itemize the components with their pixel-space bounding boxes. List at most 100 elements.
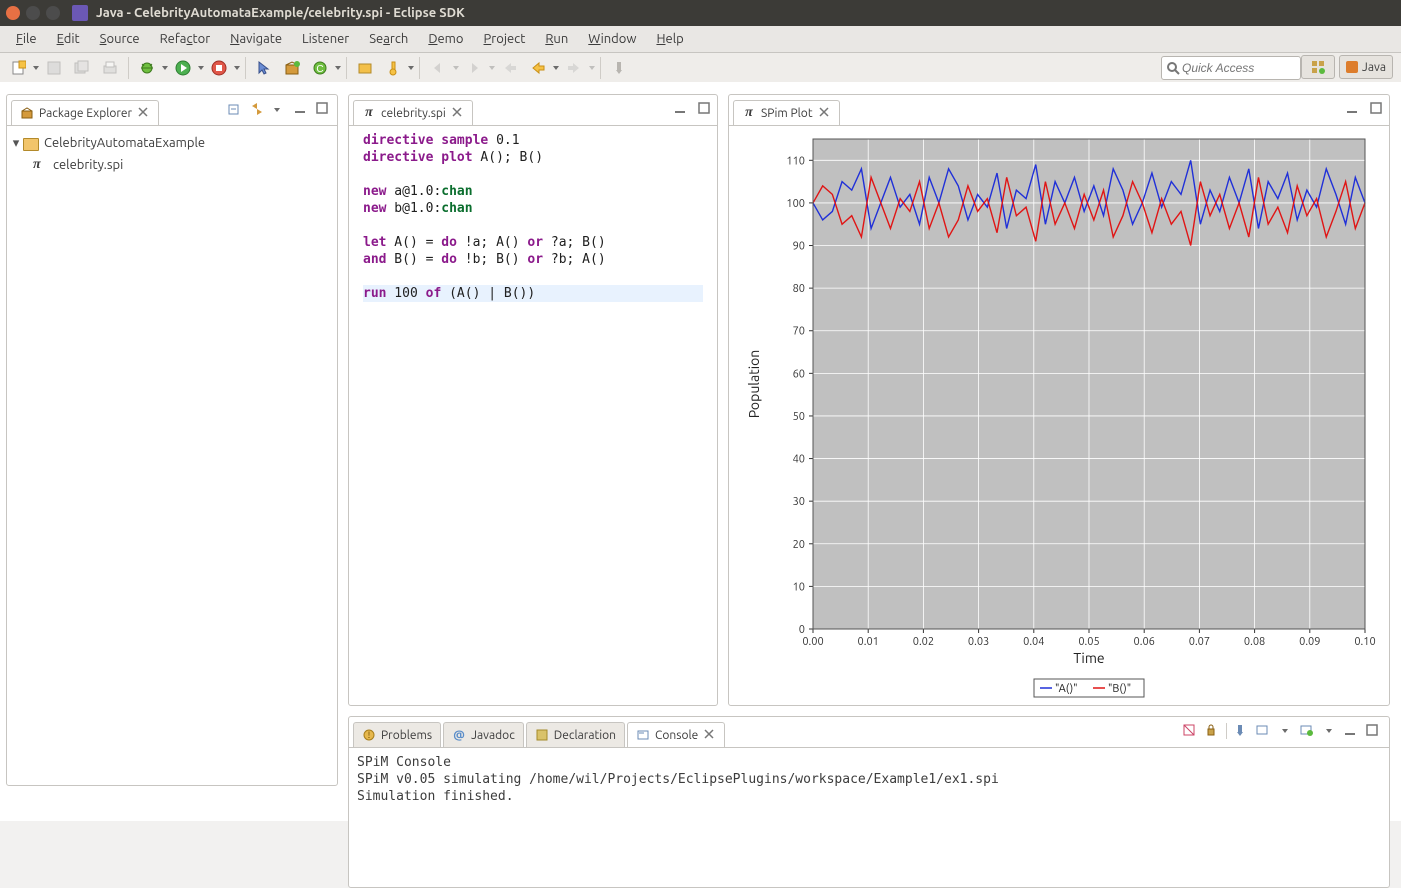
svg-text:C: C bbox=[316, 64, 323, 75]
debug-button[interactable] bbox=[135, 56, 159, 80]
code-editor[interactable]: directive sample 0.1 directive plot A();… bbox=[349, 126, 717, 308]
new-package-button[interactable] bbox=[280, 56, 304, 80]
minimize-plot-button[interactable] bbox=[1345, 101, 1359, 115]
pi-file-icon: π bbox=[33, 157, 49, 173]
svg-text:10: 10 bbox=[793, 581, 805, 593]
problems-tab[interactable]: ! Problems bbox=[353, 722, 441, 747]
pin-console-button[interactable] bbox=[1233, 723, 1249, 739]
open-type-button[interactable] bbox=[353, 56, 377, 80]
menu-search[interactable]: Search bbox=[359, 29, 418, 49]
search-dropdown[interactable] bbox=[407, 57, 415, 79]
save-all-button[interactable] bbox=[70, 56, 94, 80]
menu-help[interactable]: Help bbox=[646, 29, 693, 49]
project-icon bbox=[23, 138, 39, 151]
svg-text:0.10: 0.10 bbox=[1354, 636, 1375, 648]
declaration-tab[interactable]: Declaration bbox=[526, 722, 625, 747]
link-with-editor-button[interactable] bbox=[249, 101, 265, 117]
package-explorer-tab[interactable]: Package Explorer bbox=[11, 100, 159, 125]
run-dropdown[interactable] bbox=[197, 57, 205, 79]
print-button[interactable] bbox=[98, 56, 122, 80]
back-dropdown[interactable] bbox=[552, 57, 560, 79]
javadoc-tab[interactable]: @ Javadoc bbox=[443, 722, 524, 747]
twisty-open-icon[interactable]: ▾ bbox=[11, 136, 21, 151]
console-tab[interactable]: Console bbox=[627, 722, 725, 747]
window-minimize-button[interactable] bbox=[26, 6, 40, 20]
search-button[interactable] bbox=[381, 56, 405, 80]
pointer-button[interactable] bbox=[252, 56, 276, 80]
editor-tab[interactable]: π celebrity.spi bbox=[353, 100, 473, 125]
close-icon[interactable] bbox=[138, 107, 150, 119]
forward-dropdown[interactable] bbox=[588, 57, 596, 79]
open-perspective-button[interactable] bbox=[1301, 55, 1335, 79]
maximize-editor-button[interactable] bbox=[697, 101, 711, 115]
maximize-view-button[interactable] bbox=[315, 101, 331, 117]
minimize-view-button[interactable] bbox=[293, 101, 309, 117]
menu-source[interactable]: Source bbox=[90, 29, 150, 49]
editor-panel: π celebrity.spi directive sample 0.1 dir… bbox=[348, 94, 718, 706]
window-maximize-button[interactable] bbox=[46, 6, 60, 20]
menu-refactor[interactable]: Refactor bbox=[150, 29, 221, 49]
back-button[interactable] bbox=[526, 56, 550, 80]
file-row[interactable]: π celebrity.spi bbox=[11, 154, 333, 176]
run-external-button[interactable] bbox=[207, 56, 231, 80]
menu-listener[interactable]: Listener bbox=[292, 29, 359, 49]
maximize-console-button[interactable] bbox=[1365, 723, 1381, 739]
svg-text:0.09: 0.09 bbox=[1299, 636, 1320, 648]
open-console-button[interactable] bbox=[1299, 723, 1315, 739]
menu-run[interactable]: Run bbox=[535, 29, 578, 49]
javadoc-label: Javadoc bbox=[471, 729, 515, 742]
run-button[interactable] bbox=[171, 56, 195, 80]
close-icon[interactable] bbox=[704, 729, 716, 741]
run-external-dropdown[interactable] bbox=[233, 57, 241, 79]
bottom-panel: ! Problems @ Javadoc Declaration Console bbox=[348, 716, 1390, 888]
package-explorer-icon bbox=[20, 106, 34, 120]
clear-console-button[interactable] bbox=[1182, 723, 1198, 739]
new-dropdown[interactable] bbox=[32, 57, 40, 79]
svg-text:0.03: 0.03 bbox=[968, 636, 989, 648]
quick-access-input[interactable] bbox=[1180, 60, 1296, 76]
minimize-editor-button[interactable] bbox=[673, 101, 687, 115]
new-class-dropdown[interactable] bbox=[334, 57, 342, 79]
display-selected-console-dropdown[interactable] bbox=[1277, 723, 1293, 739]
collapse-all-button[interactable] bbox=[227, 101, 243, 117]
prev-item-button[interactable] bbox=[426, 56, 450, 80]
prev-item-dropdown[interactable] bbox=[452, 57, 460, 79]
pin-button[interactable] bbox=[607, 56, 631, 80]
menu-edit[interactable]: Edit bbox=[47, 29, 90, 49]
eclipse-icon bbox=[72, 5, 88, 21]
debug-dropdown[interactable] bbox=[161, 57, 169, 79]
open-console-dropdown[interactable] bbox=[1321, 723, 1337, 739]
forward-button[interactable] bbox=[562, 56, 586, 80]
view-menu-button[interactable] bbox=[271, 101, 287, 117]
java-perspective-button[interactable]: Java bbox=[1339, 55, 1393, 79]
close-icon[interactable] bbox=[819, 107, 831, 119]
last-edit-button[interactable] bbox=[498, 56, 522, 80]
svg-text:90: 90 bbox=[793, 241, 805, 253]
close-icon[interactable] bbox=[452, 107, 464, 119]
menu-file[interactable]: File bbox=[6, 29, 47, 49]
quick-access-box[interactable] bbox=[1161, 56, 1301, 80]
window-close-button[interactable] bbox=[6, 6, 20, 20]
minimize-console-button[interactable] bbox=[1343, 723, 1359, 739]
console-output[interactable]: SPiM Console SPiM v0.05 simulating /home… bbox=[349, 748, 1389, 811]
maximize-plot-button[interactable] bbox=[1369, 101, 1383, 115]
new-class-button[interactable]: C bbox=[308, 56, 332, 80]
main-toolbar: C Java bbox=[0, 53, 1401, 84]
new-button[interactable] bbox=[6, 56, 30, 80]
spim-plot-tab[interactable]: π SPim Plot bbox=[733, 100, 840, 125]
project-row[interactable]: ▾ CelebrityAutomataExample bbox=[11, 132, 333, 154]
menu-demo[interactable]: Demo bbox=[418, 29, 473, 49]
svg-text:50: 50 bbox=[793, 411, 805, 423]
svg-text:0.01: 0.01 bbox=[858, 636, 879, 648]
menu-navigate[interactable]: Navigate bbox=[220, 29, 292, 49]
menu-window[interactable]: Window bbox=[578, 29, 646, 49]
save-button[interactable] bbox=[42, 56, 66, 80]
display-selected-console-button[interactable] bbox=[1255, 723, 1271, 739]
svg-text:0.02: 0.02 bbox=[913, 636, 934, 648]
next-item-dropdown[interactable] bbox=[488, 57, 496, 79]
scroll-lock-button[interactable] bbox=[1204, 723, 1220, 739]
javadoc-icon: @ bbox=[452, 728, 466, 742]
next-item-button[interactable] bbox=[462, 56, 486, 80]
svg-text:0.04: 0.04 bbox=[1023, 636, 1044, 648]
menu-project[interactable]: Project bbox=[474, 29, 536, 49]
